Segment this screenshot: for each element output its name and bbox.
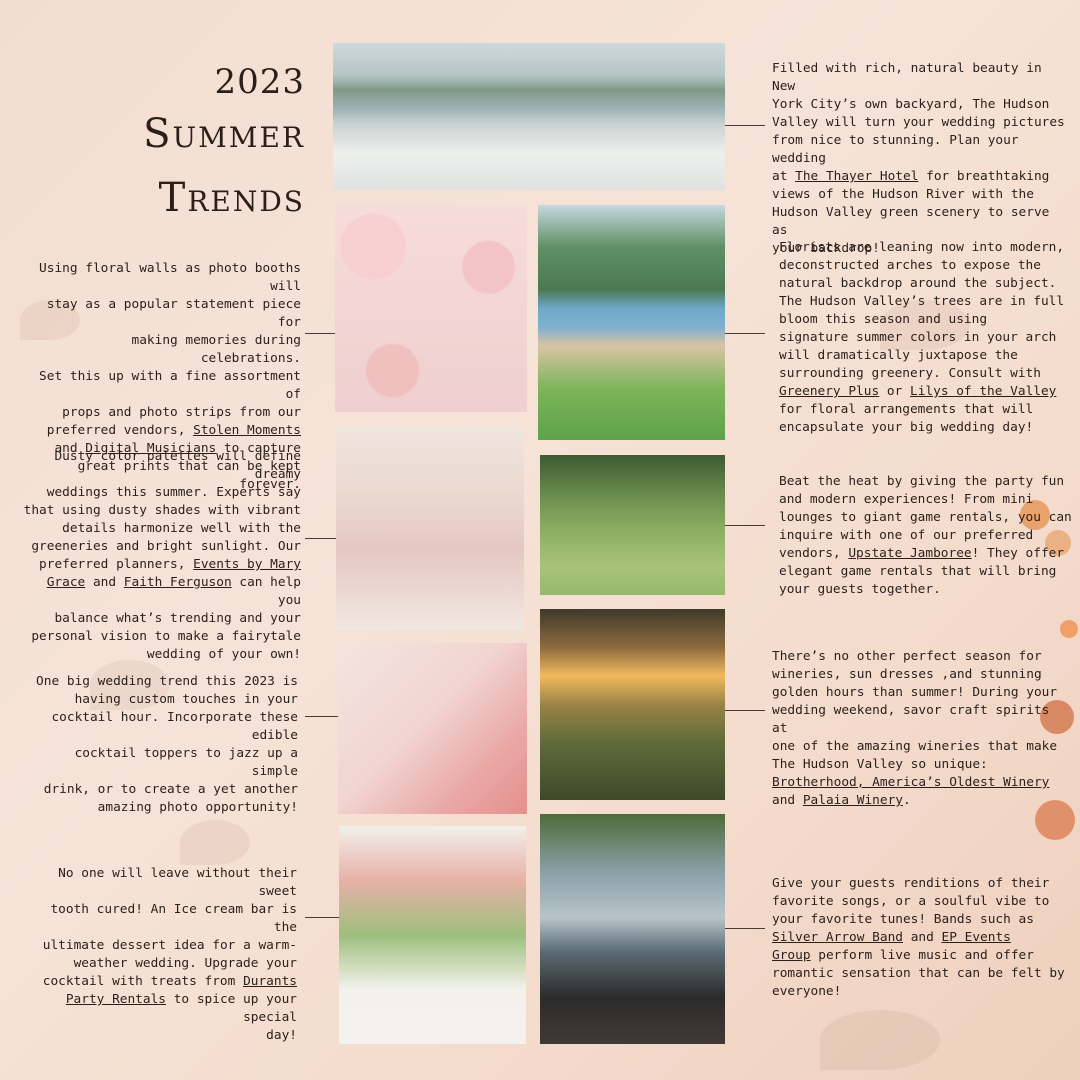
page-title: 2023 Summer Trends [143, 62, 305, 230]
text-wineries: There’s no other perfect season for wine… [772, 648, 1072, 810]
text-hudson-valley: Filled with rich, natural beauty in New … [772, 60, 1072, 258]
text-segment: and [902, 930, 942, 945]
text-segment: There’s no other perfect season for wine… [772, 649, 1058, 772]
text-segment: One big wedding trend this 2023 is havin… [36, 674, 298, 815]
connector-line [725, 525, 765, 526]
connector-line [725, 710, 765, 711]
text-segment: and [85, 575, 124, 590]
vendor-link[interactable]: Palaia Winery [803, 793, 903, 808]
title-year: 2023 [214, 62, 305, 102]
photo-dusty-table [336, 426, 524, 630]
vendor-link[interactable]: Stolen Moments [193, 423, 301, 438]
photo-floral-arch [538, 205, 725, 440]
photo-ice-cream-bar [339, 826, 526, 1044]
photo-cocktail [338, 643, 527, 814]
text-segment: or [879, 384, 910, 399]
text-live-band: Give your guests renditions of their fav… [772, 875, 1067, 1001]
vendor-link[interactable]: Upstate Jamboree [848, 546, 971, 561]
connector-line [725, 928, 765, 929]
text-segment: to spice up your special day! [173, 992, 297, 1043]
text-segment: Dusty color palettes will define dreamy … [23, 449, 301, 572]
connector-line [305, 716, 338, 717]
text-segment: . [903, 793, 911, 808]
vendor-link[interactable]: Lilys of the Valley [910, 384, 1056, 399]
text-deconstructed-arches: Florists are leaning now into modern, de… [779, 239, 1069, 437]
connector-line [725, 333, 765, 334]
shadow-leaf [820, 1010, 940, 1070]
text-segment: and [772, 793, 796, 808]
text-segment: Florists are leaning now into modern, de… [779, 240, 1065, 381]
text-segment: Using floral walls as photo booths will … [39, 261, 301, 438]
photo-floral-booth [335, 205, 527, 412]
shadow-leaf [180, 820, 250, 865]
connector-line [305, 333, 335, 334]
title-line2: Trends [158, 175, 305, 221]
text-segment: Give your guests renditions of their fav… [772, 876, 1050, 927]
connector-line [305, 538, 336, 539]
connector-line [305, 917, 339, 918]
text-segment: perform live music and offer romantic se… [772, 948, 1065, 999]
text-segment: Filled with rich, natural beauty in New … [772, 61, 1065, 184]
text-cocktail-toppers: One big wedding trend this 2023 is havin… [30, 673, 298, 817]
text-game-rentals: Beat the heat by giving the party fun an… [779, 473, 1074, 599]
title-line1: Summer [143, 111, 305, 157]
flower-decoration [1060, 620, 1078, 638]
photo-wine-toast [540, 609, 725, 800]
vendor-link[interactable]: Brotherhood, America’s Oldest Winery [772, 775, 1049, 790]
vendor-link[interactable]: The Thayer Hotel [795, 169, 918, 184]
photo-hudson-ceremony [333, 43, 725, 190]
text-segment: No one will leave without their sweet to… [42, 866, 297, 989]
text-dusty-palettes: Dusty color palettes will define dreamy … [22, 448, 301, 664]
text-ice-cream-bar: No one will leave without their sweet to… [30, 865, 297, 1045]
vendor-link[interactable]: Greenery Plus [779, 384, 879, 399]
connector-line [725, 125, 765, 126]
vendor-link[interactable]: Faith Ferguson [124, 575, 232, 590]
photo-live-band [540, 814, 725, 1044]
photo-games [540, 455, 725, 595]
vendor-link[interactable]: Silver Arrow Band [772, 930, 903, 945]
text-segment: for floral arrangements that will encaps… [779, 402, 1034, 435]
